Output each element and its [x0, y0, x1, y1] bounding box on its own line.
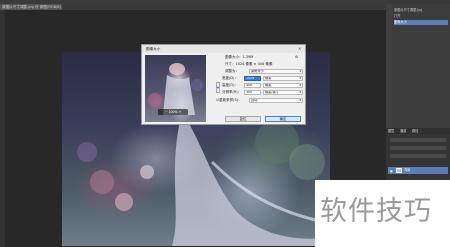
tab-paths[interactable]: 路径 [412, 129, 418, 133]
width-label: 宽度(D)： [222, 76, 238, 80]
preview-flower [148, 93, 162, 107]
foliage-shape [289, 144, 325, 180]
flower-shape [115, 193, 133, 211]
width-unit-dropdown[interactable]: 像素 [263, 76, 303, 81]
height-input[interactable]: 406 [244, 83, 261, 88]
tab-channels[interactable]: 通道 [400, 129, 406, 133]
zoom-value: 100% [168, 110, 178, 114]
image-size-dialog[interactable]: 图像大小 × − 100% + 图像大小：1.39M ⚙ 尺寸：1024 像素 … [141, 44, 306, 125]
fit-to-label: 调整为： [225, 69, 239, 73]
history-item-snapshot[interactable]: 原图片尺寸调整.jpg [394, 8, 448, 13]
resample-caption: 重新采样(S)： [219, 98, 242, 102]
fit-to-dropdown[interactable]: 原稿大小 [249, 69, 303, 74]
dimensions-value: 1024 像素 × 406 像素 [235, 62, 273, 66]
resolution-unit-dropdown[interactable]: 像素/英寸 [263, 90, 303, 95]
height-label: 高度(G)： [222, 83, 238, 87]
blend-mode-control[interactable] [390, 146, 446, 150]
settings-gear-icon[interactable]: ⚙ [295, 55, 298, 60]
layer-filter-control[interactable] [390, 138, 446, 142]
height-unit-dropdown[interactable]: 像素 [263, 83, 303, 88]
eye-icon[interactable]: ● [390, 169, 393, 173]
resample-row: ☑重新采样(S)： [216, 98, 242, 103]
history-item-open[interactable]: 打开 [394, 14, 448, 19]
constrain-proportions-link-icon[interactable] [216, 82, 220, 93]
dimensions-row: 尺寸：1024 像素 × 406 像素 [225, 62, 272, 67]
close-icon[interactable]: × [298, 46, 301, 52]
preview-flower [191, 79, 203, 91]
dimensions-caption: 尺寸： [225, 62, 236, 66]
dialog-titlebar[interactable] [142, 45, 305, 53]
reset-button[interactable]: 复位 [225, 116, 261, 122]
preview-figure-head [169, 63, 185, 75]
history-panel[interactable]: 原图片尺寸调整.jpg 打开 图像大小 [392, 4, 450, 128]
flower-shape [140, 165, 154, 179]
dialog-title: 图像大小 [146, 47, 161, 51]
zoom-plus-icon[interactable]: + [178, 110, 182, 114]
resolution-label: 分辨率(R)： [222, 90, 242, 94]
image-size-label: 图像大小：1.39M [225, 55, 253, 60]
image-size-value: 1.39M [242, 55, 254, 59]
resolution-input[interactable]: 300 [244, 90, 261, 95]
lock-controls[interactable] [390, 154, 446, 158]
image-size-caption: 图像大小： [225, 55, 243, 59]
layer-thumbnail [396, 168, 402, 173]
ok-button[interactable]: 确定 [265, 116, 301, 122]
width-input[interactable]: 1024 [244, 76, 261, 81]
tab-layers[interactable]: 图层 [388, 129, 394, 133]
preview-zoom-readout[interactable]: − 100% + [158, 109, 188, 115]
history-item-image-size[interactable]: 图像大小 [394, 20, 448, 25]
resample-dropdown[interactable]: 自动 [249, 98, 303, 103]
flower-shape [90, 170, 114, 194]
flower-shape [77, 142, 97, 162]
layer-name: 背景 [404, 168, 411, 172]
watermark-text: 软件技巧 [320, 196, 432, 227]
